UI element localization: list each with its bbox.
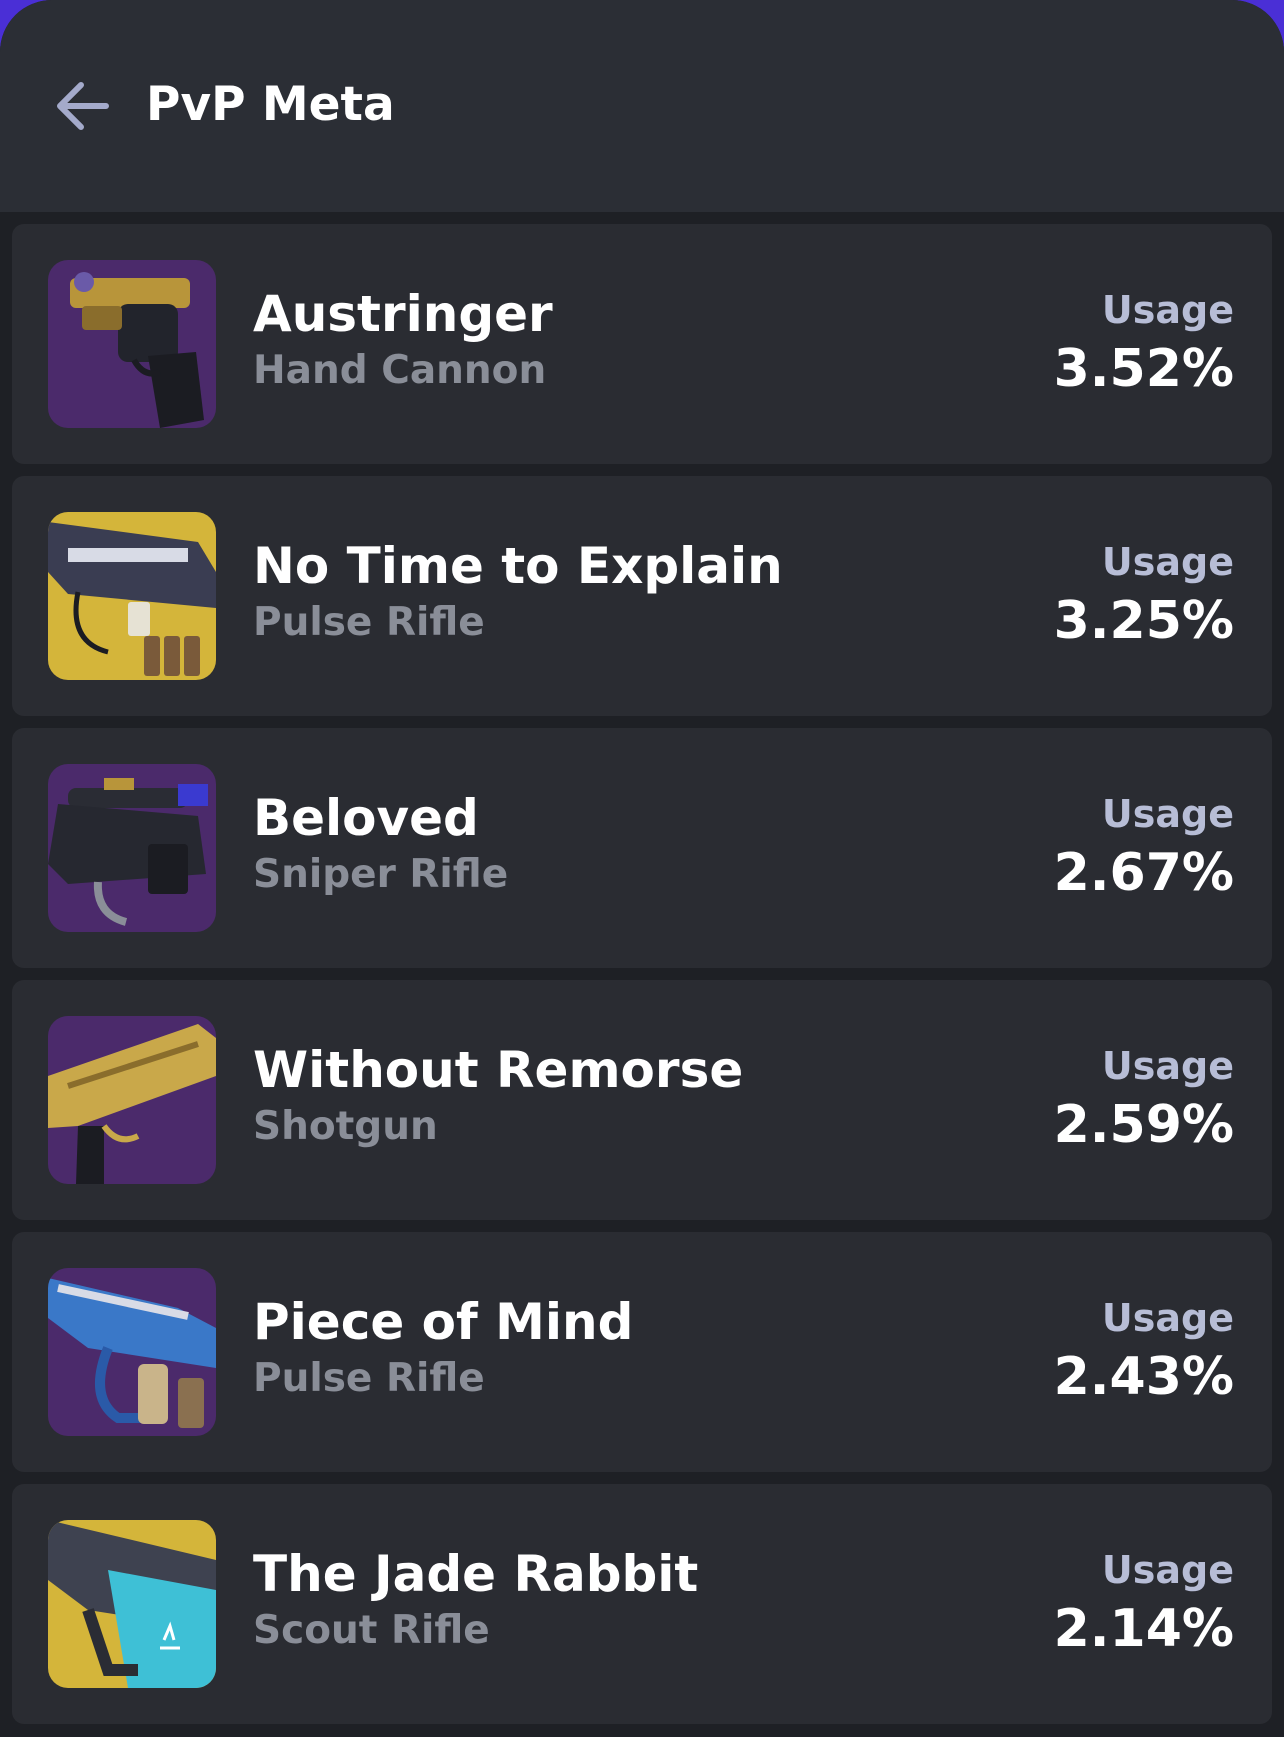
usage-label: Usage [1101, 540, 1234, 584]
pulse-rifle-icon [48, 1268, 216, 1436]
weapon-name: Piece of Mind [253, 1293, 634, 1351]
usage-label: Usage [1101, 792, 1234, 836]
weapon-thumbnail [48, 1520, 216, 1688]
weapon-thumbnail [48, 764, 216, 932]
weapon-card[interactable]: The Jade Rabbit Scout Rifle Usage 2.14% [12, 1484, 1272, 1724]
weapon-name: Austringer [253, 285, 553, 343]
weapon-card[interactable]: Beloved Sniper Rifle Usage 2.67% [12, 728, 1272, 968]
weapon-name: No Time to Explain [253, 537, 783, 595]
usage-label: Usage [1101, 1296, 1234, 1340]
header: PvP Meta [0, 0, 1284, 212]
page-title: PvP Meta [146, 77, 395, 132]
usage-label: Usage [1101, 1548, 1234, 1592]
weapon-name: Beloved [253, 789, 479, 847]
sniper-rifle-icon [48, 764, 216, 932]
weapon-type: Shotgun [253, 1104, 438, 1149]
weapon-card[interactable]: Piece of Mind Pulse Rifle Usage 2.43% [12, 1232, 1272, 1472]
weapon-thumbnail [48, 1016, 216, 1184]
pulse-rifle-icon [48, 512, 216, 680]
weapon-card[interactable]: Austringer Hand Cannon Usage 3.52% [12, 224, 1272, 464]
usage-value: 2.43% [1053, 1347, 1234, 1407]
weapon-thumbnail [48, 1268, 216, 1436]
weapon-list: Austringer Hand Cannon Usage 3.52% No Ti… [12, 224, 1272, 1736]
weapon-name: Without Remorse [253, 1041, 744, 1099]
weapon-thumbnail [48, 260, 216, 428]
weapon-card[interactable]: No Time to Explain Pulse Rifle Usage 3.2… [12, 476, 1272, 716]
weapon-card[interactable]: Without Remorse Shotgun Usage 2.59% [12, 980, 1272, 1220]
weapon-type: Hand Cannon [253, 348, 547, 393]
usage-value: 3.25% [1053, 591, 1234, 651]
shotgun-icon [48, 1016, 216, 1184]
weapon-name: The Jade Rabbit [253, 1545, 699, 1603]
usage-label: Usage [1101, 288, 1234, 332]
usage-value: 2.67% [1053, 843, 1234, 903]
weapon-type: Pulse Rifle [253, 1356, 485, 1401]
weapon-type: Pulse Rifle [253, 600, 485, 645]
usage-value: 3.52% [1053, 339, 1234, 399]
scout-rifle-icon [48, 1520, 216, 1688]
weapon-type: Scout Rifle [253, 1608, 490, 1653]
arrow-left-icon [57, 82, 109, 130]
usage-value: 2.59% [1053, 1095, 1234, 1155]
weapon-type: Sniper Rifle [253, 852, 509, 897]
usage-label: Usage [1101, 1044, 1234, 1088]
back-button[interactable] [54, 78, 112, 134]
app-screen: PvP Meta Austringer Hand Cannon Usage 3.… [0, 0, 1284, 1737]
usage-value: 2.14% [1053, 1599, 1234, 1659]
hand-cannon-icon [48, 260, 216, 428]
weapon-thumbnail [48, 512, 216, 680]
